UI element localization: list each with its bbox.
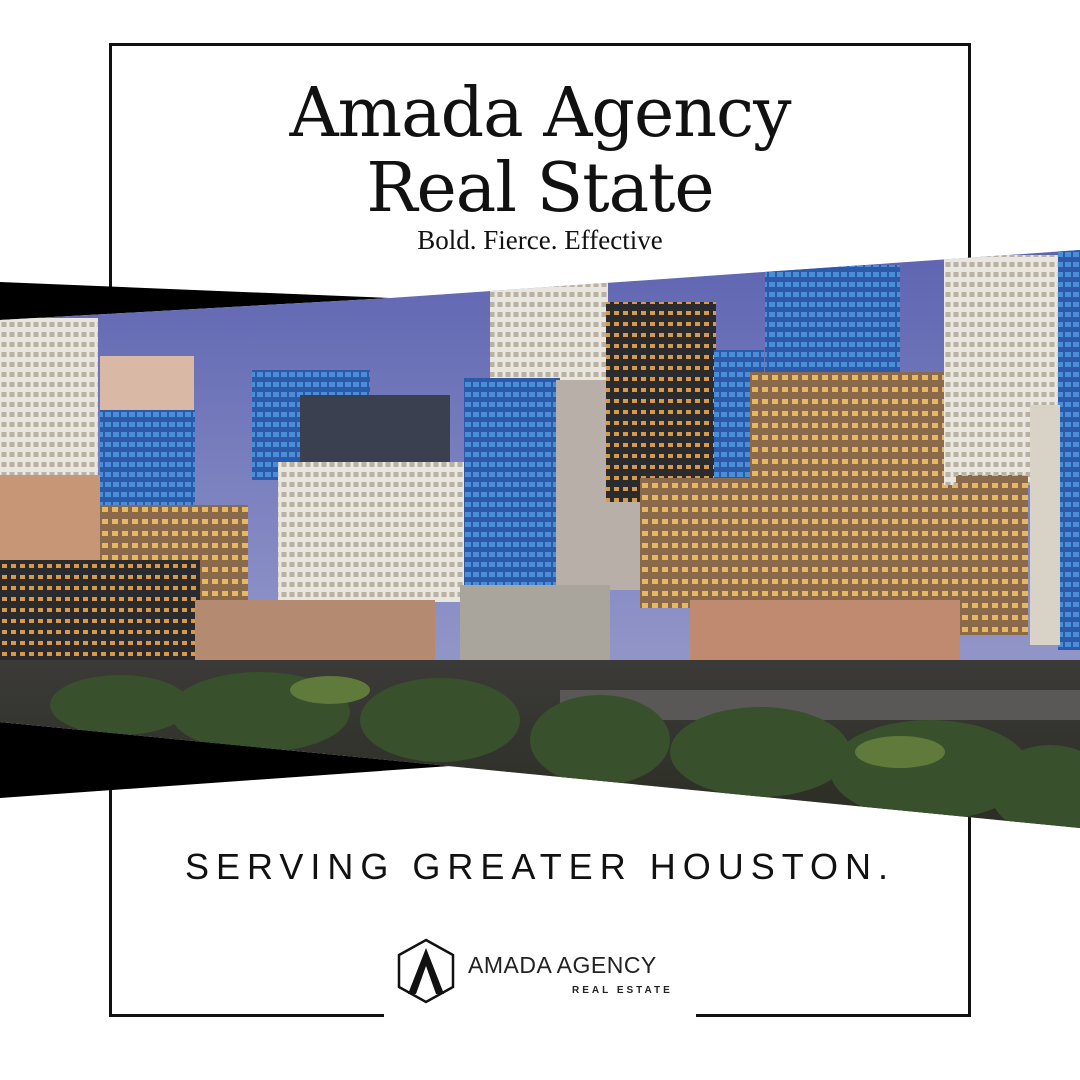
service-area-text: SERVING GREATER HOUSTON.: [184, 846, 896, 887]
agency-logo: AMADA AGENCY REAL ESTATE: [396, 938, 696, 1008]
logo-subtitle: REAL ESTATE: [572, 985, 673, 996]
logo-name: AMADA AGENCY: [468, 952, 657, 978]
logo-hexagon-icon: [397, 938, 455, 1004]
skyline-photo: [0, 250, 1080, 828]
